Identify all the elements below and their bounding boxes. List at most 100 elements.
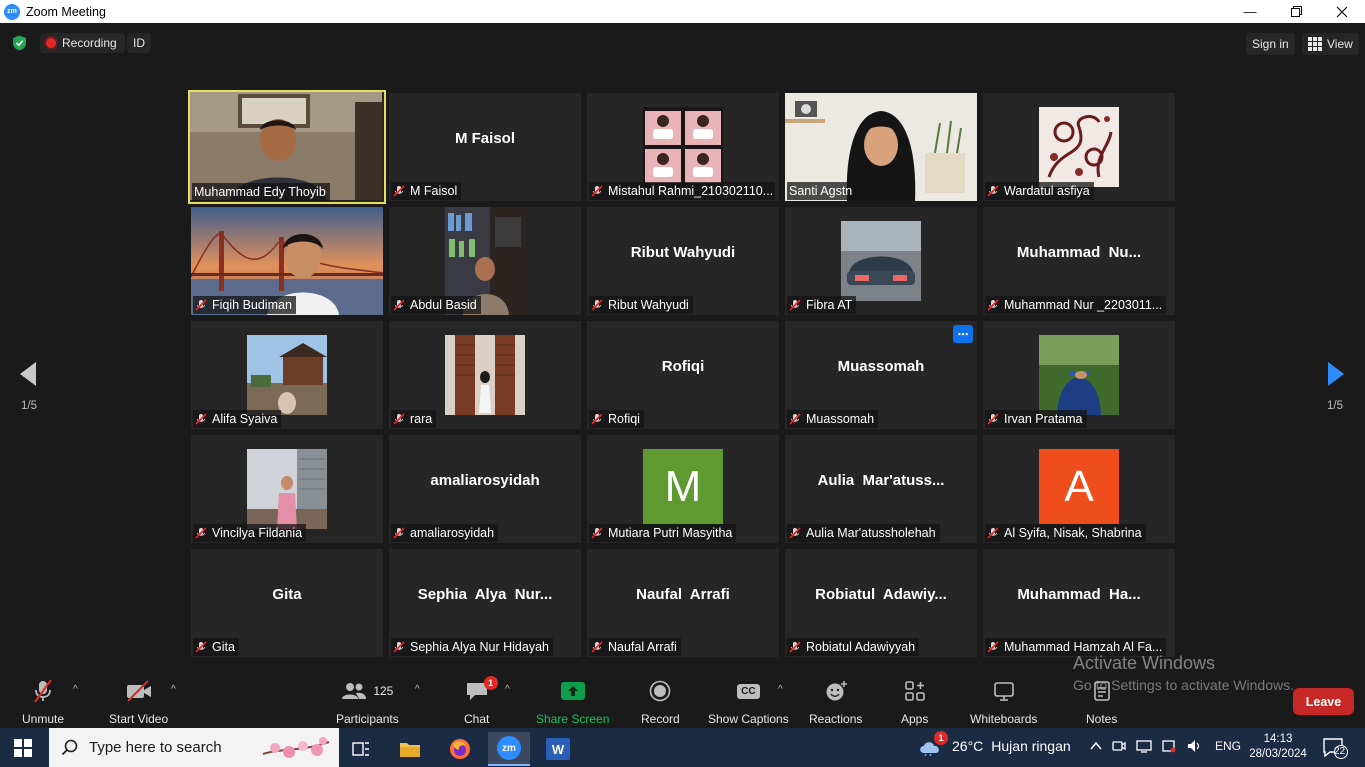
meet-now-icon[interactable] <box>1111 738 1127 754</box>
weather-widget[interactable]: 1 26°C Hujan ringan <box>918 731 1071 757</box>
participant-name: Aulia Mar'atussholehah <box>806 526 936 540</box>
search-icon <box>61 739 78 755</box>
window-titlebar: zm Zoom Meeting — <box>0 0 1365 23</box>
apps-button[interactable]: Apps <box>901 678 928 726</box>
battery-icon[interactable] <box>1161 738 1177 754</box>
participant-name: Fibra AT <box>806 298 853 312</box>
participant-tile[interactable]: Muassomah ⋯ Muassomah <box>785 321 977 429</box>
notes-label: Notes <box>1086 712 1118 726</box>
participant-name-label: Rofiqi <box>589 410 644 428</box>
mic-muted-icon <box>987 641 999 653</box>
participant-name-label: Abdul Basid <box>391 296 481 314</box>
participant-tile[interactable]: M Faisol M Faisol <box>389 93 581 201</box>
recording-label: Recording <box>62 36 117 50</box>
participant-tile[interactable]: Sephia Alya Nur... Sephia Alya Nur Hidaya… <box>389 549 581 657</box>
participant-tile[interactable]: Ribut Wahyudi Ribut Wahyudi <box>587 207 779 315</box>
participant-tile[interactable]: Muhammad Edy Thoyib <box>188 90 386 204</box>
participant-tile[interactable]: Vincilya Fildania <box>191 435 383 543</box>
participant-name-label: Muassomah <box>787 410 879 428</box>
participant-tile[interactable]: Robiatul Adawiy... Robiatul Adawiyyah <box>785 549 977 657</box>
participant-tile[interactable]: Naufal Arrafi Naufal Arrafi <box>587 549 779 657</box>
audio-options-caret[interactable]: ^ <box>73 684 78 695</box>
folder-icon <box>400 743 420 757</box>
participants-button[interactable]: 125 Participants <box>336 678 399 726</box>
meeting-id-button[interactable]: ID <box>127 33 151 53</box>
show-captions-button[interactable]: CC Show Captions <box>708 678 789 726</box>
participant-tile[interactable]: Mistahul Rahmi_210302110... <box>587 93 779 201</box>
participant-tile[interactable]: A Al Syifa, Nisak, Shabrina <box>983 435 1175 543</box>
participant-tile[interactable]: Rofiqi Rofiqi <box>587 321 779 429</box>
input-language[interactable]: ENG <box>1215 739 1241 753</box>
file-explorer-button[interactable] <box>389 732 431 766</box>
mic-muted-icon <box>195 299 207 311</box>
mic-muted-icon <box>195 527 207 539</box>
next-page-button[interactable] <box>1326 360 1346 393</box>
participant-tile[interactable]: Abdul Basid <box>389 207 581 315</box>
activate-windows-subtext: Go to Settings to activate Windows. <box>1073 677 1294 693</box>
participant-name: amaliarosyidah <box>410 526 495 540</box>
recording-indicator[interactable]: Recording <box>40 33 125 53</box>
volume-icon[interactable] <box>1186 738 1202 754</box>
participant-tile[interactable]: rara <box>389 321 581 429</box>
participant-tile[interactable]: Muhammad Ha... Muhammad Hamzah Al Fa... <box>983 549 1175 657</box>
participant-tile[interactable]: Fiqih Budiman <box>191 207 383 315</box>
mic-muted-icon <box>393 641 405 653</box>
task-view-button[interactable] <box>340 732 382 766</box>
share-screen-button[interactable]: Share Screen <box>536 678 609 726</box>
record-icon <box>650 680 671 702</box>
record-label: Record <box>641 712 680 726</box>
participant-name: Al Syifa, Nisak, Shabrina <box>1004 526 1142 540</box>
participant-tile[interactable]: Muhammad Nu... Muhammad Nur _2203011... <box>983 207 1175 315</box>
word-button[interactable]: W <box>537 732 579 766</box>
system-clock[interactable]: 14:13 28/03/2024 <box>1245 732 1311 762</box>
system-tray: ENG <box>1090 738 1241 754</box>
zoom-taskbar-button[interactable]: zm <box>488 732 530 766</box>
video-options-caret[interactable]: ^ <box>171 684 176 695</box>
participant-tile[interactable]: M Mutiara Putri Masyitha <box>587 435 779 543</box>
participant-tile[interactable]: amaliarosyidah amaliarosyidah <box>389 435 581 543</box>
previous-page-button[interactable] <box>18 360 38 393</box>
leave-button[interactable]: Leave <box>1293 688 1354 715</box>
chat-button[interactable]: 1 Chat <box>464 676 498 726</box>
captions-options-caret[interactable]: ^ <box>778 684 783 695</box>
close-window-button[interactable] <box>1319 0 1365 23</box>
microphone-muted-icon <box>34 679 52 703</box>
restore-button[interactable] <box>1273 0 1319 23</box>
apps-icon <box>904 681 925 701</box>
sign-in-button[interactable]: Sign in <box>1246 33 1295 55</box>
taskbar-search-box[interactable]: Type here to search <box>49 728 339 767</box>
view-button[interactable]: View <box>1302 33 1359 55</box>
participant-tile[interactable]: Aulia Mar'atuss... Aulia Mar'atussholehah <box>785 435 977 543</box>
participants-options-caret[interactable]: ^ <box>415 684 420 695</box>
start-video-button[interactable]: Start Video <box>109 678 168 726</box>
participant-tile[interactable]: Wardatul asfiya <box>983 93 1175 201</box>
windows-start-icon[interactable] <box>14 739 32 757</box>
notification-center-button[interactable]: 22 <box>1322 737 1348 764</box>
participant-name: Vincilya Fildania <box>212 526 303 540</box>
page-indicator-left: 1/5 <box>21 400 37 412</box>
chat-options-caret[interactable]: ^ <box>505 684 510 695</box>
minimize-button[interactable]: — <box>1227 0 1273 23</box>
mic-muted-icon <box>789 641 801 653</box>
search-placeholder: Type here to search <box>89 739 222 756</box>
whiteboards-button[interactable]: Whiteboards <box>970 678 1037 726</box>
more-options-button[interactable]: ⋯ <box>953 325 973 343</box>
share-screen-icon <box>560 682 585 700</box>
unmute-button[interactable]: Unmute <box>22 678 64 726</box>
network-icon[interactable] <box>1136 738 1152 754</box>
grid-view-icon <box>1308 37 1322 51</box>
participant-tile[interactable]: Alifa Syaiva <box>191 321 383 429</box>
participant-name: Gita <box>212 640 235 654</box>
mic-muted-icon <box>789 413 801 425</box>
participant-avatar: A <box>1039 449 1119 524</box>
reactions-button[interactable]: Reactions <box>809 678 862 726</box>
participant-tile[interactable]: Irvan Pratama <box>983 321 1175 429</box>
participant-tile[interactable]: Fibra AT <box>785 207 977 315</box>
record-button[interactable]: Record <box>641 678 680 726</box>
participant-tile[interactable]: Santi Agstn <box>785 93 977 201</box>
security-shield-icon[interactable] <box>12 35 27 51</box>
chevron-up-icon[interactable] <box>1090 741 1102 751</box>
participant-tile[interactable]: Gita Gita <box>191 549 383 657</box>
participant-name: Sephia Alya Nur Hidayah <box>410 640 549 654</box>
firefox-button[interactable] <box>439 732 481 766</box>
